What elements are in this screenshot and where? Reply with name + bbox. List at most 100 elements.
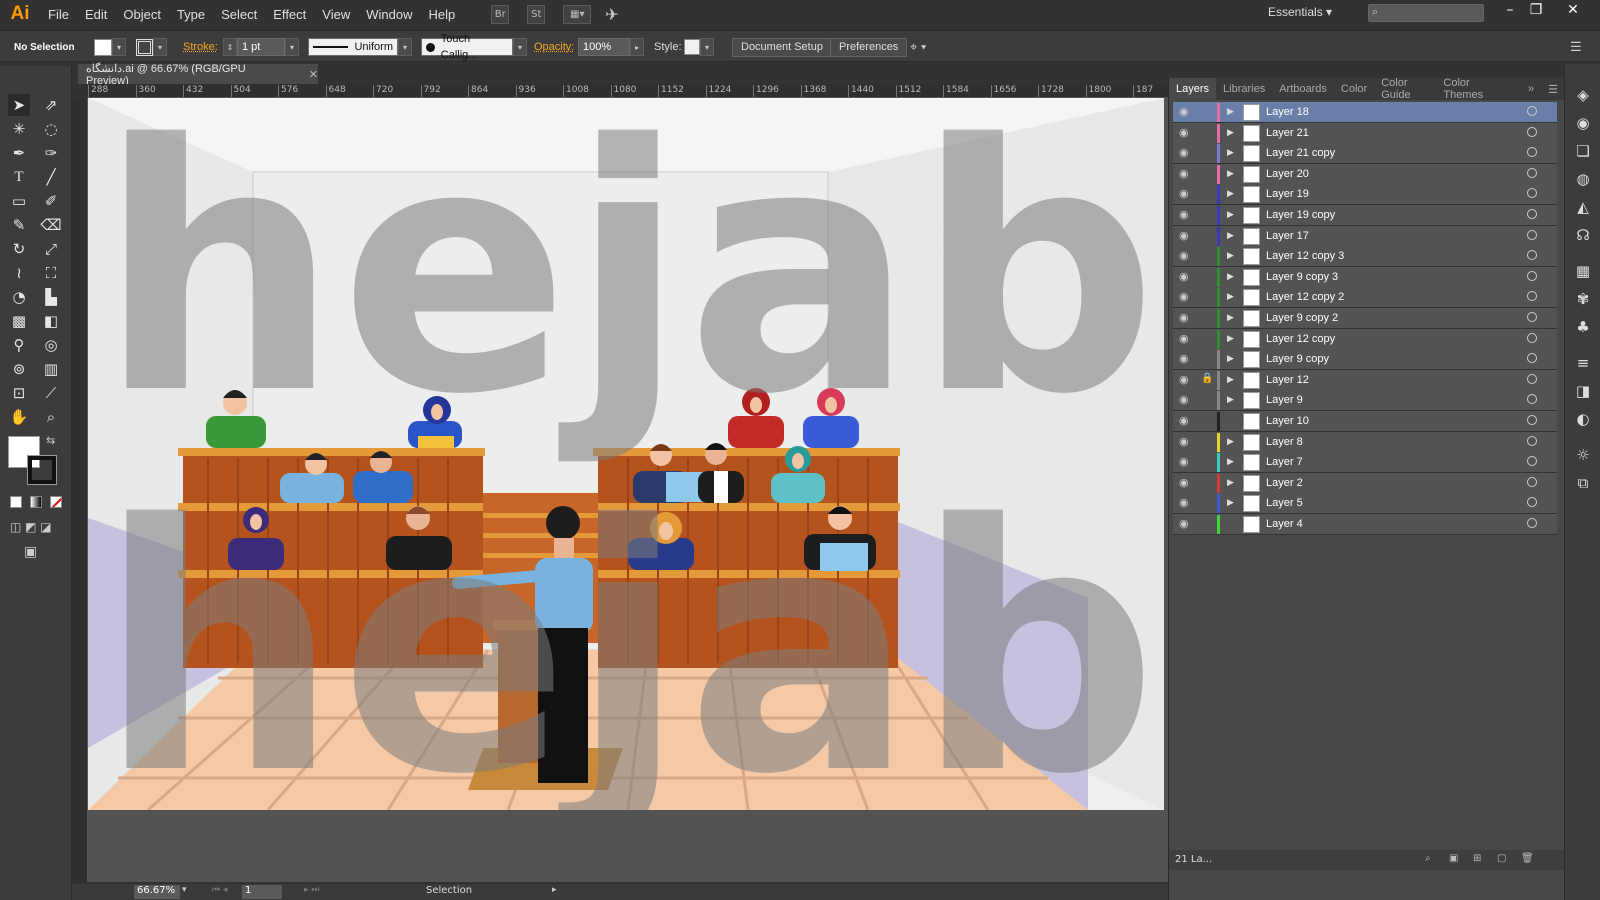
- target-circle-icon[interactable]: [1527, 518, 1537, 528]
- gradient-mode-icon[interactable]: [30, 496, 42, 508]
- layer-row[interactable]: ◉ ▶ Layer 17: [1173, 225, 1557, 247]
- layer-name[interactable]: Layer 10: [1266, 415, 1309, 427]
- expand-triangle-icon[interactable]: ▶: [1227, 291, 1234, 302]
- artboards-icon[interactable]: ⧉: [1573, 474, 1593, 494]
- layer-name[interactable]: Layer 19 copy: [1266, 209, 1335, 221]
- visibility-eye-icon[interactable]: ◉: [1179, 146, 1189, 159]
- close-icon[interactable]: ✕: [1560, 2, 1586, 18]
- search-input[interactable]: ⌕: [1368, 4, 1484, 22]
- visibility-eye-icon[interactable]: ◉: [1179, 496, 1189, 509]
- document-tab[interactable]: دانشگاه.ai @ 66.67% (RGB/GPU Preview) ✕: [78, 63, 318, 87]
- layer-name[interactable]: Layer 2: [1266, 477, 1303, 489]
- gradient-icon[interactable]: ◨: [1573, 382, 1593, 402]
- expand-triangle-icon[interactable]: ▶: [1227, 188, 1234, 199]
- symbols-icon[interactable]: ♣: [1573, 318, 1593, 338]
- eyedropper-icon[interactable]: ⚲: [8, 334, 30, 356]
- color-mode-icon[interactable]: [10, 496, 22, 508]
- transparency-icon[interactable]: ◐: [1573, 410, 1593, 430]
- curvature-tool-icon[interactable]: ✑: [40, 142, 62, 164]
- brush-definition[interactable]: Touch Callig... ▾: [421, 33, 527, 61]
- opacity-value[interactable]: 100%: [578, 38, 630, 56]
- line-tool-icon[interactable]: ╱: [40, 166, 62, 188]
- target-circle-icon[interactable]: [1527, 167, 1537, 178]
- expand-triangle-icon[interactable]: ▶: [1227, 333, 1234, 344]
- artboard[interactable]: hejab hejab: [88, 98, 1164, 849]
- transform-icon[interactable]: ❏: [1573, 142, 1593, 162]
- target-circle-icon[interactable]: [1527, 394, 1537, 405]
- expand-triangle-icon[interactable]: ▶: [1227, 147, 1234, 158]
- menu-select[interactable]: Select: [213, 7, 265, 22]
- panel-menu-icon[interactable]: ☰: [1541, 83, 1565, 96]
- layer-row[interactable]: ◉ ▶ Layer 8: [1173, 431, 1557, 453]
- visibility-eye-icon[interactable]: ◉: [1179, 311, 1189, 324]
- layer-row[interactable]: ◉ ▶ Layer 12 copy: [1173, 328, 1557, 350]
- expand-triangle-icon[interactable]: ▶: [1227, 436, 1234, 447]
- lasso-icon[interactable]: ◌: [40, 118, 62, 140]
- opacity-label[interactable]: Opacity:: [534, 38, 574, 56]
- expand-triangle-icon[interactable]: ▶: [1227, 497, 1234, 508]
- layer-row[interactable]: ◉ Layer 4: [1173, 514, 1557, 535]
- document-setup-button[interactable]: Document Setup: [732, 37, 832, 57]
- layer-name[interactable]: Layer 12: [1266, 374, 1309, 386]
- rectangle-tool-icon[interactable]: ▭: [8, 190, 30, 212]
- slice-tool-icon[interactable]: ⟋: [40, 382, 62, 404]
- expand-triangle-icon[interactable]: ▶: [1227, 230, 1234, 241]
- screen-mode-icon[interactable]: ▣: [24, 544, 37, 560]
- menu-help[interactable]: Help: [420, 7, 463, 22]
- gradient-tool-icon[interactable]: ◧: [40, 310, 62, 332]
- visibility-eye-icon[interactable]: ◉: [1179, 105, 1189, 118]
- tab-color-themes[interactable]: Color Themes: [1436, 77, 1507, 101]
- menu-object[interactable]: Object: [115, 7, 169, 22]
- layer-row[interactable]: ◉ ▶ Layer 21 copy: [1173, 143, 1557, 165]
- menu-effect[interactable]: Effect: [265, 7, 314, 22]
- layer-row[interactable]: ◉ ▶ Layer 9 copy: [1173, 349, 1557, 371]
- expand-triangle-icon[interactable]: ▶: [1227, 353, 1234, 364]
- stroke-weight-field[interactable]: ⇕ 1 pt ▾: [223, 38, 299, 56]
- stroke-weight-value[interactable]: 1 pt: [237, 38, 285, 56]
- symbol-sprayer-icon[interactable]: ⊚: [8, 358, 30, 380]
- free-transform-icon[interactable]: ⛶: [40, 262, 62, 284]
- stroke-label[interactable]: Stroke:: [183, 38, 218, 56]
- expand-triangle-icon[interactable]: ▶: [1227, 209, 1234, 220]
- pen-tool-icon[interactable]: ✒: [8, 142, 30, 164]
- target-circle-icon[interactable]: [1527, 332, 1537, 343]
- visibility-eye-icon[interactable]: ◉: [1179, 414, 1189, 427]
- swap-colors-icon[interactable]: ⇆: [46, 434, 55, 447]
- horizontal-ruler[interactable]: 288 360 432 504 576 648 720 792 864 936 1008 1080 11…: [88, 84, 1168, 98]
- visibility-eye-icon[interactable]: ◉: [1179, 393, 1189, 406]
- tab-layers[interactable]: Layers: [1169, 78, 1217, 100]
- visibility-eye-icon[interactable]: ◉: [1179, 187, 1189, 200]
- stock-button[interactable]: St: [527, 4, 546, 24]
- target-circle-icon[interactable]: [1527, 106, 1537, 116]
- layer-name[interactable]: Layer 21 copy: [1266, 147, 1335, 159]
- stroke-color-swatch[interactable]: [27, 455, 57, 485]
- target-circle-icon[interactable]: [1527, 353, 1537, 364]
- fill-swatch[interactable]: ▾: [94, 38, 126, 56]
- layer-name[interactable]: Layer 5: [1266, 497, 1303, 509]
- visibility-eye-icon[interactable]: ◉: [1179, 208, 1189, 221]
- delete-layer-icon[interactable]: 🗑: [1521, 853, 1534, 864]
- eraser-icon[interactable]: ⌫: [40, 214, 62, 236]
- preferences-button[interactable]: Preferences: [830, 37, 908, 57]
- restore-icon[interactable]: ❐: [1523, 2, 1549, 18]
- hand-tool-icon[interactable]: ✋: [8, 406, 30, 428]
- layer-name[interactable]: Layer 9 copy 3: [1266, 271, 1338, 283]
- expand-triangle-icon[interactable]: ▶: [1227, 477, 1234, 488]
- layer-row[interactable]: ◉ ▶ Layer 18: [1173, 102, 1557, 123]
- stroke-swatch[interactable]: ▾: [136, 38, 167, 56]
- layers-panel-icon[interactable]: ◈: [1573, 86, 1593, 106]
- layer-name[interactable]: Layer 8: [1266, 436, 1303, 448]
- layer-name[interactable]: Layer 20: [1266, 168, 1309, 180]
- menu-type[interactable]: Type: [169, 7, 213, 22]
- color-guide-icon[interactable]: ◭: [1573, 198, 1593, 218]
- swatches-icon[interactable]: ▦: [1573, 262, 1593, 282]
- layer-name[interactable]: Layer 12 copy 3: [1266, 250, 1344, 262]
- visibility-eye-icon[interactable]: ◉: [1179, 373, 1189, 386]
- artboard-number-field[interactable]: 1: [242, 885, 282, 899]
- layer-row[interactable]: ◉ ▶ Layer 21: [1173, 122, 1557, 144]
- direct-selection-tool-icon[interactable]: ⇗: [40, 94, 62, 116]
- target-circle-icon[interactable]: [1527, 435, 1537, 446]
- expand-triangle-icon[interactable]: ▶: [1227, 106, 1234, 117]
- visibility-eye-icon[interactable]: ◉: [1179, 517, 1189, 530]
- brushes-icon[interactable]: ✾: [1573, 290, 1593, 310]
